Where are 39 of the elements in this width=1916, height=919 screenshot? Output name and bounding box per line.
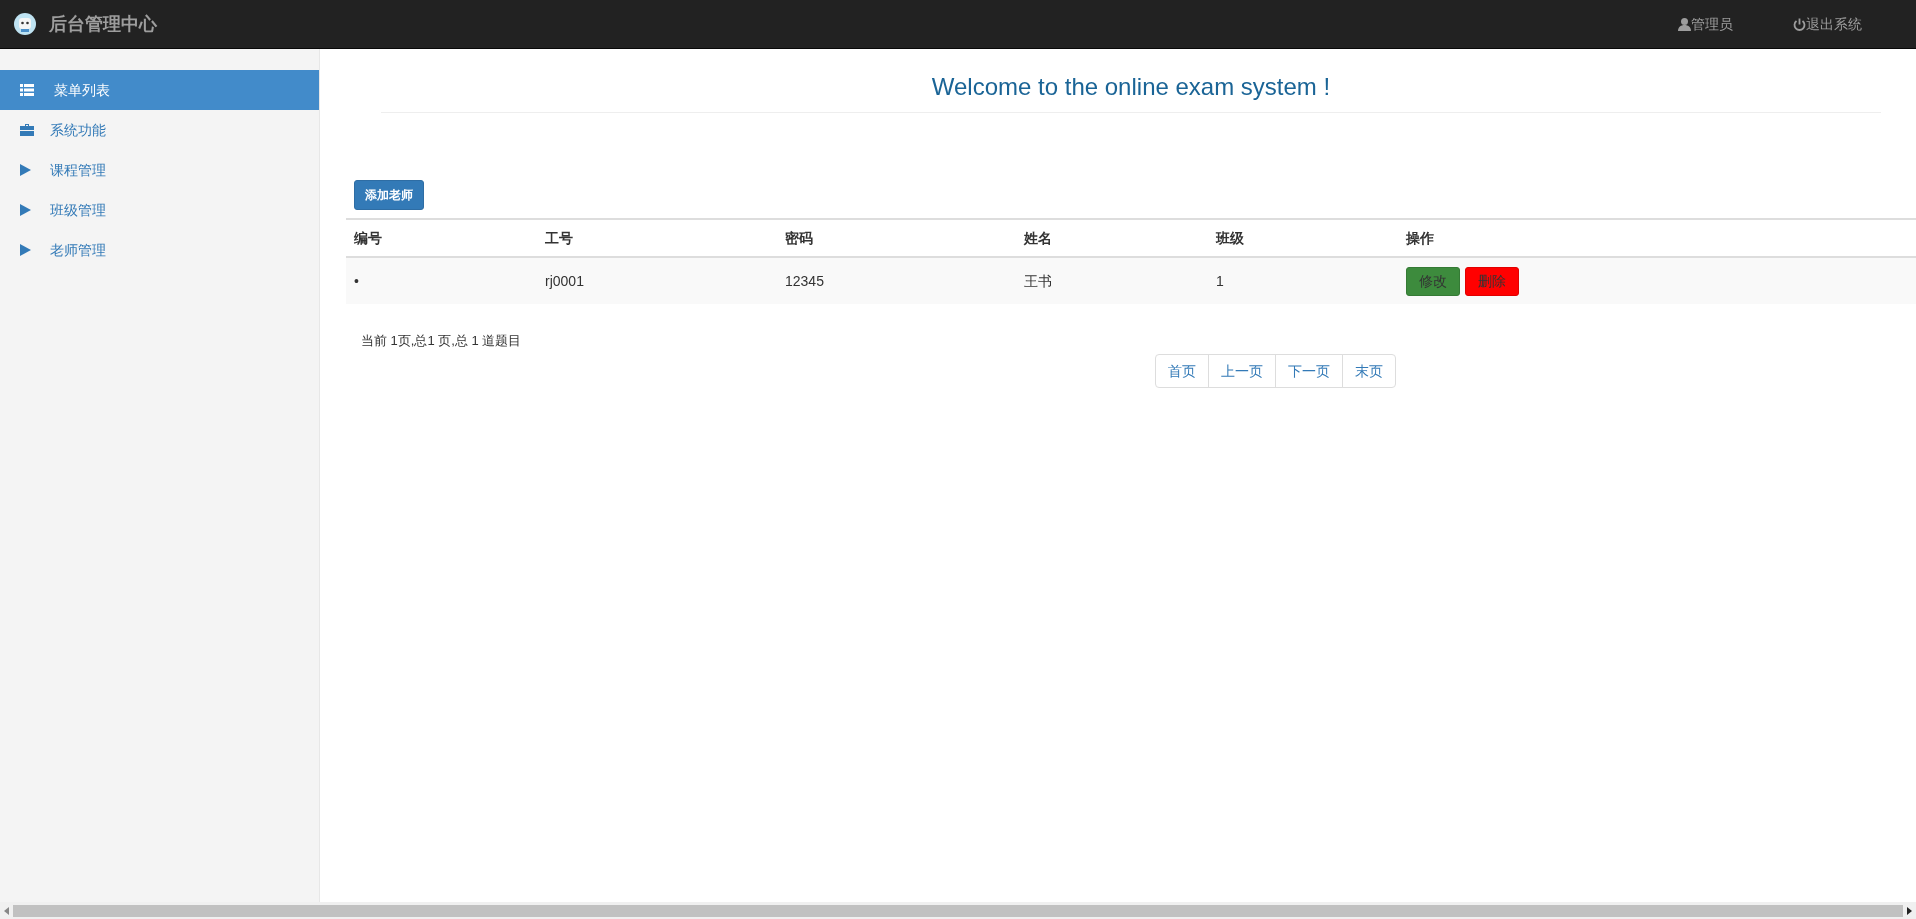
triangle-icon	[20, 244, 31, 256]
pagination-link[interactable]: 首页	[1155, 354, 1209, 388]
triangle-icon	[20, 164, 31, 176]
mascot-logo-icon	[14, 13, 36, 35]
sidebar-item[interactable]: 老师管理	[0, 230, 319, 270]
power-icon	[1793, 17, 1806, 31]
pagination-link[interactable]: 末页	[1342, 354, 1396, 388]
sidebar-item[interactable]: 班级管理	[0, 190, 319, 230]
table-cell: rj0001	[545, 272, 584, 289]
delete-button[interactable]: 删除	[1465, 266, 1519, 296]
add-teacher-button[interactable]: 添加老师	[354, 180, 424, 210]
welcome-heading: Welcome to the online exam system !	[931, 72, 1331, 102]
column-header: 密码	[785, 230, 813, 246]
column-header: 班级	[1216, 230, 1244, 246]
briefcase-icon	[20, 124, 34, 136]
scroll-left-icon	[4, 906, 9, 915]
pagination-link[interactable]: 上一页	[1208, 354, 1276, 388]
table-cell: 12345	[785, 272, 824, 289]
list-icon	[20, 84, 34, 96]
scroll-right-icon	[1907, 906, 1912, 915]
edit-button[interactable]: 修改	[1406, 266, 1460, 296]
column-header: 编号	[354, 230, 382, 246]
logout-link[interactable]: 退出系统	[1793, 13, 1862, 35]
triangle-icon	[20, 204, 31, 216]
scrollbar-thumb[interactable]	[13, 904, 1903, 917]
app-title: 后台管理中心	[49, 12, 157, 36]
table-cell: 王书	[1024, 272, 1052, 289]
column-header: 姓名	[1024, 230, 1052, 246]
admin-user-link[interactable]: 管理员	[1678, 13, 1733, 35]
sidebar-item[interactable]: 课程管理	[0, 150, 319, 190]
user-icon	[1678, 17, 1691, 31]
table-cell: 1	[1216, 272, 1224, 289]
column-header: 操作	[1406, 230, 1434, 246]
table-cell: •	[354, 272, 359, 289]
page-summary: 当前 1页,总1 页,总 1 道题目	[361, 333, 522, 348]
column-header: 工号	[545, 230, 573, 246]
sidebar-item[interactable]: 系统功能	[0, 110, 319, 150]
pagination-link[interactable]: 下一页	[1275, 354, 1343, 388]
sidebar-item[interactable]: 菜单列表	[0, 70, 319, 110]
